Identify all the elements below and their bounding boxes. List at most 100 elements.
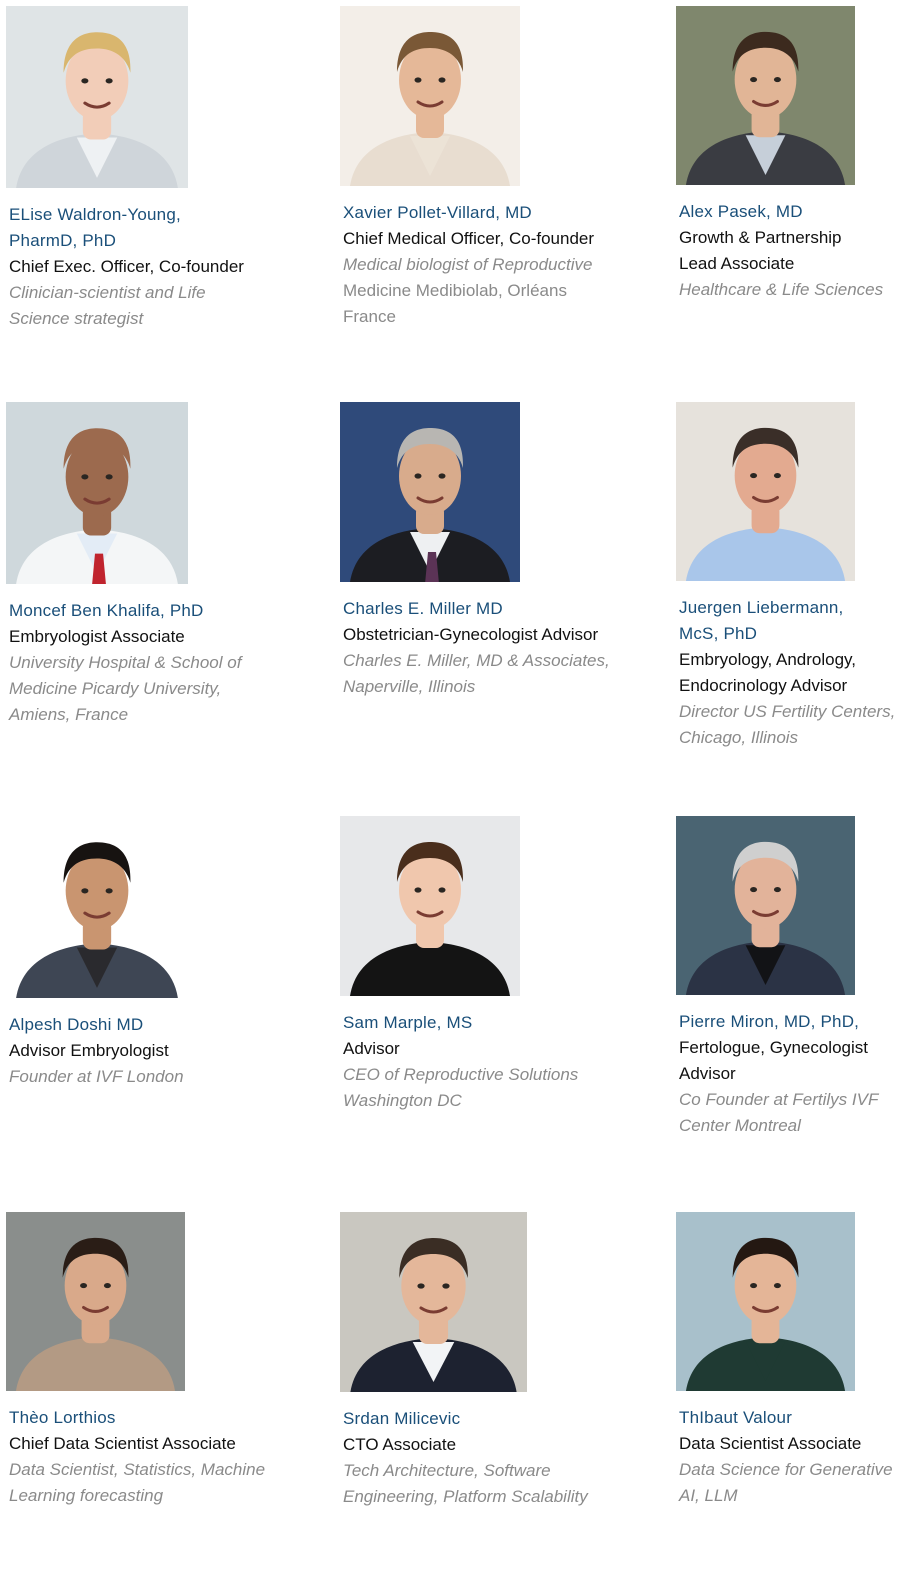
team-member-description: Chicago, Illinois — [679, 728, 799, 747]
team-member-role: Chief Data Scientist Associate — [9, 1434, 236, 1453]
portrait-drawing — [676, 1212, 855, 1391]
team-member-text: Alpesh Doshi MD Advisor Embryologist Found… — [9, 1012, 289, 1090]
team-member-role: CTO Associate — [343, 1435, 457, 1454]
team-member-card: ThIbaut Valour Data Scientist Associate Da… — [676, 1212, 911, 1572]
team-member-role: Advisor Embryologist — [9, 1041, 169, 1060]
team-member-description: Engineering, Platform Scalability — [343, 1487, 588, 1506]
team-member-name: Srdan Milicevic — [343, 1409, 461, 1428]
team-member-text: Thèo Lorthios Chief Data Scientist Associ… — [9, 1405, 289, 1509]
team-member-description: Naperville, Illinois — [343, 677, 476, 696]
team-member-photo — [6, 1212, 185, 1391]
team-member-card: Xavier Pollet-Villard, MD Chief Medical O… — [340, 6, 630, 366]
team-member-name: Moncef Ben Khalifa, PhD — [9, 601, 204, 620]
portrait-drawing — [676, 6, 855, 185]
team-member-card: Sam Marple, MS Advisor CEO of Reproductive… — [340, 816, 630, 1176]
team-member-description: Director US Fertility Centers, — [679, 702, 896, 721]
team-member-description: Center Montreal — [679, 1116, 801, 1135]
team-member-role: Lead Associate — [679, 254, 795, 273]
team-member-description: Washington DC — [343, 1091, 462, 1110]
team-member-photo — [340, 1212, 527, 1392]
team-member-name: Juergen Liebermann, — [679, 598, 844, 617]
team-member-name: Charles E. Miller MD — [343, 599, 503, 618]
team-member-description: Learning forecasting — [9, 1486, 164, 1505]
portrait-drawing — [6, 402, 188, 584]
team-member-description: Data Scientist, Statistics, Machine — [9, 1460, 266, 1479]
team-member-description: CEO of Reproductive Solutions — [343, 1065, 579, 1084]
team-member-role: Obstetrician-Gynecologist Advisor — [343, 625, 599, 644]
portrait-drawing — [340, 816, 520, 996]
team-member-name: ThIbaut Valour — [679, 1408, 793, 1427]
team-member-text: Alex Pasek, MD Growth & Partnership Lead A… — [679, 199, 911, 303]
team-member-photo — [676, 1212, 855, 1391]
portrait-drawing — [340, 1212, 527, 1392]
team-member-text: Moncef Ben Khalifa, PhD Embryologist Asso… — [9, 598, 289, 728]
team-member-role: Fertologue, Gynecologist — [679, 1038, 868, 1057]
team-member-text: Pierre Miron, MD, PhD, Fertologue, Gyneco… — [679, 1009, 911, 1139]
team-member-card: Charles E. Miller MD Obstetrician-Gynecol… — [340, 402, 630, 762]
team-member-name: Alpesh Doshi MD — [9, 1015, 144, 1034]
team-member-photo — [340, 6, 520, 186]
team-member-card: Thèo Lorthios Chief Data Scientist Associ… — [6, 1212, 296, 1572]
team-member-card: Moncef Ben Khalifa, PhD Embryologist Asso… — [6, 402, 296, 762]
team-member-role: Embryology, Andrology, — [679, 650, 857, 669]
team-member-description: AI, LLM — [679, 1486, 738, 1505]
team-member-card: Juergen Liebermann, McS, PhD Embryology, A… — [676, 402, 911, 762]
team-member-description: Medicine Medibiolab, Orléans — [343, 281, 567, 300]
team-member-role: Advisor — [679, 1064, 736, 1083]
team-member-photo — [676, 816, 855, 995]
team-member-photo — [676, 402, 855, 581]
team-member-card: Srdan Milicevic CTO Associate Tech Archite… — [340, 1212, 630, 1572]
portrait-drawing — [340, 6, 520, 186]
team-member-description: Tech Architecture, Software — [343, 1461, 551, 1480]
team-member-photo — [676, 6, 855, 185]
team-member-role: Embryologist Associate — [9, 627, 185, 646]
team-member-text: Xavier Pollet-Villard, MD Chief Medical O… — [343, 200, 623, 330]
team-member-card: Alex Pasek, MD Growth & Partnership Lead A… — [676, 6, 911, 366]
portrait-drawing — [676, 816, 855, 995]
team-member-photo — [340, 402, 520, 582]
team-member-role: Growth & Partnership — [679, 228, 842, 247]
team-member-name: Alex Pasek, MD — [679, 202, 803, 221]
team-member-role: Chief Medical Officer, Co-founder — [343, 229, 595, 248]
team-member-text: Srdan Milicevic CTO Associate Tech Archite… — [343, 1406, 623, 1510]
portrait-drawing — [6, 6, 188, 188]
team-member-card: Alpesh Doshi MD Advisor Embryologist Found… — [6, 816, 296, 1176]
team-member-role: Chief Exec. Officer, Co-founder — [9, 257, 244, 276]
team-member-text: Charles E. Miller MD Obstetrician-Gynecol… — [343, 596, 623, 700]
portrait-drawing — [6, 1212, 185, 1391]
team-member-name: Xavier Pollet-Villard, MD — [343, 203, 532, 222]
team-member-description: Healthcare & Life Sciences — [679, 280, 884, 299]
team-member-text: Sam Marple, MS Advisor CEO of Reproductive… — [343, 1010, 623, 1114]
team-member-description: Science strategist — [9, 309, 144, 328]
team-member-name: Pierre Miron, MD, PhD, — [679, 1012, 860, 1031]
team-member-photo — [6, 402, 188, 584]
team-member-name: ELise Waldron-Young, — [9, 205, 181, 224]
team-member-text: ThIbaut Valour Data Scientist Associate Da… — [679, 1405, 911, 1509]
team-member-name: PharmD, PhD — [9, 231, 117, 250]
team-member-role: Endocrinology Advisor — [679, 676, 848, 695]
team-member-role: Advisor — [343, 1039, 400, 1058]
team-member-description: Founder at IVF London — [9, 1067, 184, 1086]
team-member-card: Pierre Miron, MD, PhD, Fertologue, Gyneco… — [676, 816, 911, 1176]
team-member-text: ELise Waldron-Young, PharmD, PhD Chief Exe… — [9, 202, 289, 332]
team-member-description: Co Founder at Fertilys IVF — [679, 1090, 879, 1109]
portrait-drawing — [340, 402, 520, 582]
team-member-role: Data Scientist Associate — [679, 1434, 862, 1453]
team-member-text: Juergen Liebermann, McS, PhD Embryology, A… — [679, 595, 911, 751]
portrait-drawing — [6, 816, 188, 998]
team-member-description: Data Science for Generative — [679, 1460, 893, 1479]
team-member-card: ELise Waldron-Young, PharmD, PhD Chief Exe… — [6, 6, 296, 366]
team-member-description: Clinician-scientist and Life — [9, 283, 206, 302]
team-member-description: University Hospital & School of — [9, 653, 242, 672]
team-member-description: France — [343, 307, 396, 326]
team-member-photo — [6, 816, 188, 998]
team-member-photo — [340, 816, 520, 996]
portrait-drawing — [676, 402, 855, 581]
team-member-name: Thèo Lorthios — [9, 1408, 116, 1427]
team-member-description: Medical biologist of Reproductive — [343, 255, 593, 274]
team-member-description: Charles E. Miller, MD & Associates, — [343, 651, 610, 670]
team-member-name: McS, PhD — [679, 624, 758, 643]
team-member-name: Sam Marple, MS — [343, 1013, 473, 1032]
team-member-description: Medicine Picardy University, — [9, 679, 222, 698]
team-member-photo — [6, 6, 188, 188]
